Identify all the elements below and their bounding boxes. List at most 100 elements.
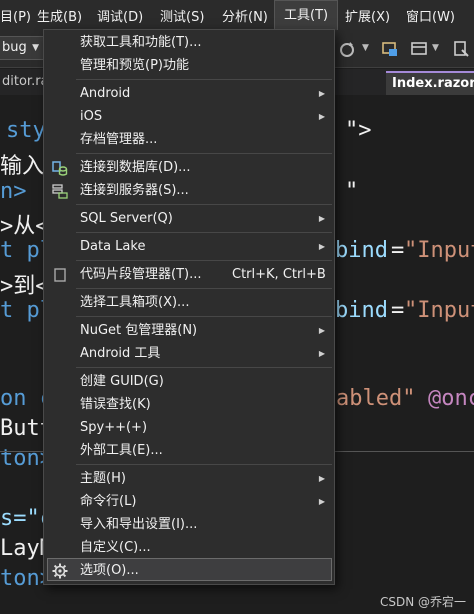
menu-item-connect-server[interactable]: 连接到服务器(S)... [45,179,333,202]
menu-separator [76,204,332,205]
menu-tools[interactable]: 工具(T) [274,0,339,30]
code-fragment: n> [0,179,27,204]
menu-item-external-tools[interactable]: 外部工具(E)... [45,439,333,462]
tab-index-razor[interactable]: Index.razor [386,71,474,95]
menu-item-nuget-package-manager[interactable]: NuGet 包管理器(N) ▶ [45,319,333,342]
menu-separator [76,153,332,154]
code-fragment: >从< [0,214,49,239]
submenu-arrow-icon: ▶ [318,112,325,121]
code-fragment: "Input [404,298,474,323]
menu-separator [76,232,332,233]
solution-explorer-icon[interactable] [381,40,399,58]
code-fragment: bind [335,238,388,263]
menu-separator [76,260,332,261]
menu-item-label: 导入和导出设置(I)... [80,517,198,532]
submenu-arrow-icon: ▶ [318,349,325,358]
tab-editor-razor[interactable]: ditor.raz [0,71,46,95]
menu-item-import-export-settings[interactable]: 导入和导出设置(I)... [45,513,333,536]
toolbar-tool-icon[interactable] [452,40,470,58]
menu-item-theme[interactable]: 主题(H) ▶ [45,467,333,490]
menu-item-connect-database[interactable]: 连接到数据库(D)... [45,156,333,179]
chevron-down-icon: ▼ [32,43,39,53]
menu-item-label: 存档管理器... [80,132,158,147]
menu-separator [76,79,332,80]
menu-item-label: 自定义(C)... [80,540,151,555]
menu-item-archive-manager[interactable]: 存档管理器... [45,128,333,151]
watermark: CSDN @乔宕一 [379,595,466,609]
menu-separator [76,367,332,368]
connect-server-icon [52,184,68,199]
menu-item-android[interactable]: Android ▶ [45,82,333,105]
configuration-label: bug [2,40,27,55]
menu-item-spy-plus-plus[interactable]: Spy++(+) [45,416,333,439]
menu-item-label: 选择工具箱项(X)... [80,295,190,310]
submenu-arrow-icon: ▶ [318,326,325,335]
menu-item-label: Data Lake [80,239,146,254]
chevron-down-icon[interactable]: ▼ [432,43,439,53]
submenu-arrow-icon: ▶ [318,497,325,506]
menu-item-shortcut: Ctrl+K, Ctrl+B [232,267,326,282]
menu-item-label: iOS [80,109,103,124]
menu-item-data-lake[interactable]: Data Lake ▶ [45,235,333,258]
code-fragment: bind [335,298,388,323]
menu-item-label: 连接到服务器(S)... [80,183,189,198]
menu-item-error-lookup[interactable]: 错误查找(K) [45,393,333,416]
connect-database-icon [52,161,68,176]
menu-window[interactable]: 窗口(W) [406,6,455,25]
menu-item-label: 创建 GUID(G) [80,374,164,389]
menu-project[interactable]: 目(P) [0,6,31,25]
tools-menu: 获取工具和功能(T)... 管理和预览(P)功能 Android ▶ iOS ▶… [43,29,335,585]
menu-separator [76,464,332,465]
code-fragment: abled" [336,386,416,411]
menu-item-command-line[interactable]: 命令行(L) ▶ [45,490,333,513]
code-fragment: sty [6,118,46,143]
code-fragment: @onc [428,386,474,411]
submenu-arrow-icon: ▶ [318,242,325,251]
menu-item-sql-server[interactable]: SQL Server(Q) ▶ [45,207,333,230]
menu-item-code-snippets-manager[interactable]: 代码片段管理器(T)... Ctrl+K, Ctrl+B [45,263,333,286]
submenu-arrow-icon: ▶ [318,214,325,223]
menu-item-options[interactable]: 选项(O)... [47,558,332,581]
menu-item-create-guid[interactable]: 创建 GUID(G) [45,370,333,393]
window-layout-icon[interactable] [410,40,428,58]
menu-item-label: NuGet 包管理器(N) [80,323,198,338]
menu-item-label: SQL Server(Q) [80,211,173,226]
menu-item-label: Android [80,86,131,101]
menu-item-get-tools[interactable]: 获取工具和功能(T)... [45,31,333,54]
menu-item-ios[interactable]: iOS ▶ [45,105,333,128]
menu-item-label: 连接到数据库(D)... [80,160,191,175]
menu-separator [76,316,332,317]
menu-test[interactable]: 测试(S) [160,6,204,25]
chevron-down-icon[interactable]: ▼ [362,43,369,53]
menu-bar: 目(P) 生成(B) 调试(D) 测试(S) 分析(N) 工具(T) 扩展(X)… [0,0,474,30]
menu-extensions[interactable]: 扩展(X) [345,6,390,25]
gear-icon [52,563,68,579]
menu-item-choose-toolbox-items[interactable]: 选择工具箱项(X)... [45,291,333,314]
configuration-dropdown[interactable]: bug ▼ [0,36,44,60]
hot-reload-icon[interactable] [338,40,356,58]
menu-item-label: 错误查找(K) [80,397,151,412]
code-snippet-icon [54,268,66,282]
code-fragment: " [345,179,359,204]
code-fragment: = [391,238,405,263]
menu-debug[interactable]: 调试(D) [97,6,143,25]
code-fragment: "Input [404,238,474,263]
menu-item-label: 管理和预览(P)功能 [80,58,189,73]
menu-item-label: 代码片段管理器(T)... [80,267,202,282]
submenu-arrow-icon: ▶ [318,89,325,98]
menu-item-label: 外部工具(E)... [80,443,163,458]
menu-build[interactable]: 生成(B) [37,6,82,25]
menu-item-label: 命令行(L) [80,494,137,509]
menu-item-label: Spy++(+) [80,420,148,435]
menu-item-label: 主题(H) [80,471,126,486]
menu-analyze[interactable]: 分析(N) [222,6,268,25]
menu-item-label: 获取工具和功能(T)... [80,35,202,50]
menu-separator [76,288,332,289]
menu-item-customize[interactable]: 自定义(C)... [45,536,333,559]
code-fragment: >到< [0,274,49,299]
menu-item-label: Android 工具 [80,346,161,361]
menu-item-label: 选项(O)... [80,563,139,578]
submenu-arrow-icon: ▶ [318,474,325,483]
menu-item-manage-preview[interactable]: 管理和预览(P)功能 [45,54,333,77]
menu-item-android-tools[interactable]: Android 工具 ▶ [45,342,333,365]
